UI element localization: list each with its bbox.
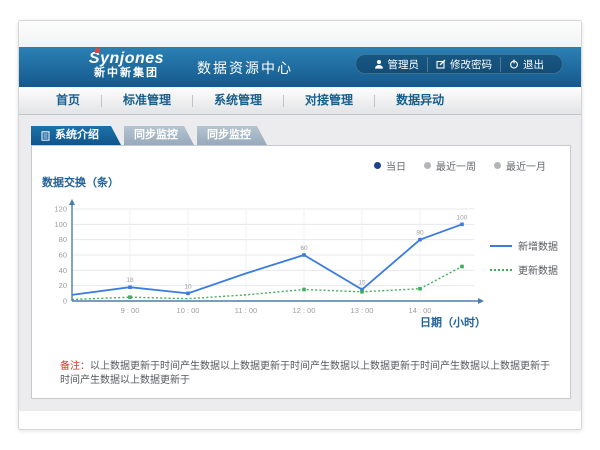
svg-text:60: 60 — [59, 251, 67, 260]
legend-item-update-data: 更新数据 — [490, 262, 558, 277]
nav-item-interface-mgmt[interactable]: 对接管理 — [284, 87, 374, 114]
main-nav: 首页 标准管理 系统管理 对接管理 数据异动 — [19, 87, 581, 115]
admin-user-button[interactable]: 管理员 — [366, 57, 428, 72]
svg-text:120: 120 — [54, 205, 67, 214]
logo-accent-icon — [95, 48, 100, 53]
svg-text:20: 20 — [59, 281, 67, 290]
header: Synjones 新中新集团 数据资源中心 管理员 修改密码 — [19, 47, 581, 87]
svg-text:15: 15 — [358, 280, 366, 287]
nav-item-system-mgmt[interactable]: 系统管理 — [193, 87, 283, 114]
radio-icon — [374, 162, 381, 169]
page-title: 数据资源中心 — [197, 58, 293, 78]
tab-bar: 系统介绍 同步监控 同步监控 — [31, 126, 267, 145]
svg-text:10 : 00: 10 : 00 — [177, 306, 200, 315]
power-icon — [509, 59, 519, 69]
svg-text:80: 80 — [59, 235, 67, 244]
nav-item-data-change[interactable]: 数据异动 — [375, 87, 465, 114]
chart-legend: 新增数据 更新数据 — [490, 238, 558, 286]
filter-last-week[interactable]: 最近一周 — [424, 158, 476, 173]
svg-text:9 : 00: 9 : 00 — [121, 306, 140, 315]
user-icon — [374, 59, 384, 69]
line-chart: 0 20 40 60 80 100 120 9 : 00 10 : 00 11 : 00 12 : … — [42, 197, 494, 321]
filter-last-month[interactable]: 最近一月 — [494, 158, 546, 173]
tab-sync-monitor-2[interactable]: 同步监控 — [197, 126, 267, 145]
y-axis-title: 数据交换（条） — [42, 174, 119, 190]
change-password-button[interactable]: 修改密码 — [427, 57, 500, 72]
solid-line-icon — [490, 245, 512, 247]
user-menu: 管理员 修改密码 退出 — [355, 54, 564, 74]
legend-item-new-data: 新增数据 — [490, 238, 558, 253]
svg-text:12 : 00: 12 : 00 — [293, 306, 316, 315]
svg-text:80: 80 — [416, 230, 424, 237]
svg-text:18: 18 — [126, 277, 134, 284]
nav-item-home[interactable]: 首页 — [35, 87, 101, 114]
svg-text:13 : 00: 13 : 00 — [351, 306, 374, 315]
svg-text:40: 40 — [59, 266, 67, 275]
document-icon — [41, 131, 50, 141]
content-area: 系统介绍 同步监控 同步监控 当日 最近一周 — [19, 115, 581, 411]
radio-icon — [494, 162, 501, 169]
svg-text:100: 100 — [54, 220, 67, 229]
tab-label: 系统介绍 — [55, 126, 99, 145]
footer-note: 备注：以上数据更新于时间产生数据以上数据更新于时间产生数据以上数据更新于时间产生… — [60, 360, 550, 388]
nav-item-standard-mgmt[interactable]: 标准管理 — [102, 87, 192, 114]
user-menu-label: 管理员 — [388, 57, 420, 72]
note-label: 备注： — [60, 361, 90, 372]
window-top-strip — [19, 21, 581, 47]
legend-label: 更新数据 — [518, 262, 558, 277]
legend-label: 新增数据 — [518, 238, 558, 253]
dotted-line-icon — [490, 269, 512, 271]
logo-company-name: 新中新集团 — [69, 67, 184, 80]
tab-label: 同步监控 — [207, 126, 251, 145]
tab-system-intro[interactable]: 系统介绍 — [31, 126, 121, 145]
edit-icon — [436, 59, 446, 69]
logo-brand: Synjones — [69, 50, 184, 67]
chart-panel: 当日 最近一周 最近一月 数据交换（条） 0 20 40 60 80 100 120 9 : … — [31, 145, 571, 399]
svg-text:11 : 00: 11 : 00 — [235, 306, 257, 315]
radio-icon — [424, 162, 431, 169]
svg-text:0: 0 — [63, 297, 67, 306]
user-menu-label: 修改密码 — [450, 57, 492, 72]
logout-button[interactable]: 退出 — [500, 57, 552, 72]
user-menu-label: 退出 — [523, 57, 544, 72]
tab-sync-monitor-1[interactable]: 同步监控 — [124, 126, 194, 145]
svg-text:60: 60 — [300, 245, 308, 252]
filter-label: 最近一周 — [436, 158, 476, 173]
time-range-filters: 当日 最近一周 最近一月 — [374, 158, 546, 173]
filter-today[interactable]: 当日 — [374, 158, 406, 173]
app-window: Synjones 新中新集团 数据资源中心 管理员 修改密码 — [18, 20, 582, 430]
note-text: 以上数据更新于时间产生数据以上数据更新于时间产生数据以上数据更新于时间产生数据以… — [60, 361, 550, 386]
x-axis-title: 日期（小时） — [420, 314, 486, 330]
filter-label: 当日 — [386, 158, 406, 173]
logo: Synjones 新中新集团 — [69, 50, 184, 80]
svg-text:10: 10 — [184, 283, 192, 290]
filter-label: 最近一月 — [506, 158, 546, 173]
tab-label: 同步监控 — [134, 126, 178, 145]
svg-text:100: 100 — [457, 214, 468, 221]
